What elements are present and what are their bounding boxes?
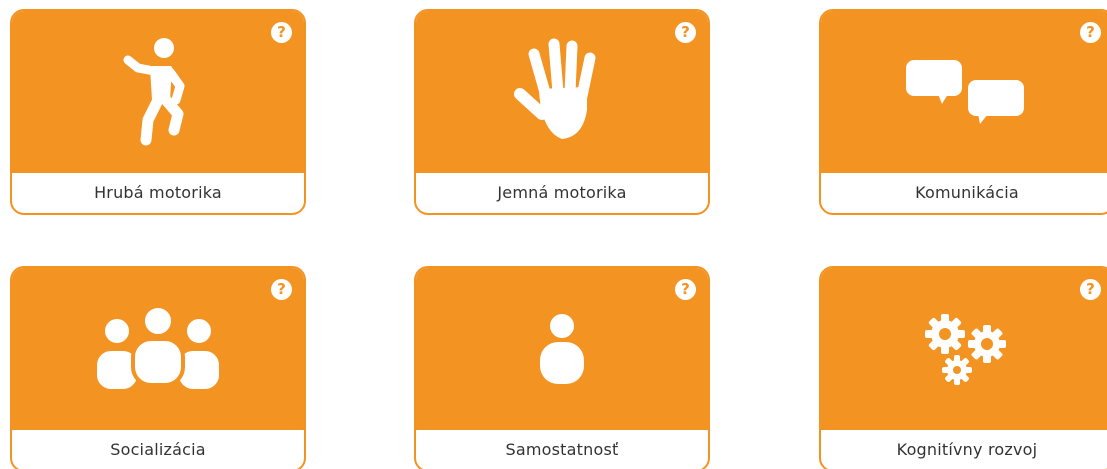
- category-grid: ? Hrubá motorika ? Jemná motorika ? Komu…: [0, 0, 1107, 469]
- card-komunikacia[interactable]: ? Komunikácia: [819, 9, 1107, 215]
- card-samostatnost[interactable]: ? Samostatnosť: [414, 266, 710, 469]
- card-label: Komunikácia: [915, 182, 1019, 202]
- help-icon[interactable]: ?: [271, 279, 292, 300]
- card-label: Hrubá motorika: [94, 182, 222, 202]
- card-kognitivny-rozvoj[interactable]: ? Kognitívny rozvoj: [819, 266, 1107, 469]
- card-hruba-motorika[interactable]: ? Hrubá motorika: [10, 9, 306, 215]
- hand-icon: [514, 38, 596, 139]
- help-icon[interactable]: ?: [1080, 279, 1101, 300]
- speech-bubbles-icon: [906, 60, 1024, 124]
- card-label: Jemná motorika: [497, 182, 627, 202]
- gears-icon: [925, 314, 1006, 385]
- help-icon[interactable]: ?: [675, 22, 696, 43]
- card-label: Samostatnosť: [505, 439, 619, 459]
- group-icon: [93, 305, 223, 393]
- card-socializacia[interactable]: ? Socializácia: [10, 266, 306, 469]
- help-icon[interactable]: ?: [1080, 22, 1101, 43]
- running-person-icon: [123, 38, 185, 146]
- person-icon: [540, 314, 584, 384]
- card-label: Socializácia: [110, 439, 206, 459]
- card-jemna-motorika[interactable]: ? Jemná motorika: [414, 9, 710, 215]
- card-label: Kognitívny rozvoj: [896, 439, 1038, 459]
- help-icon[interactable]: ?: [271, 22, 292, 43]
- help-icon[interactable]: ?: [675, 279, 696, 300]
